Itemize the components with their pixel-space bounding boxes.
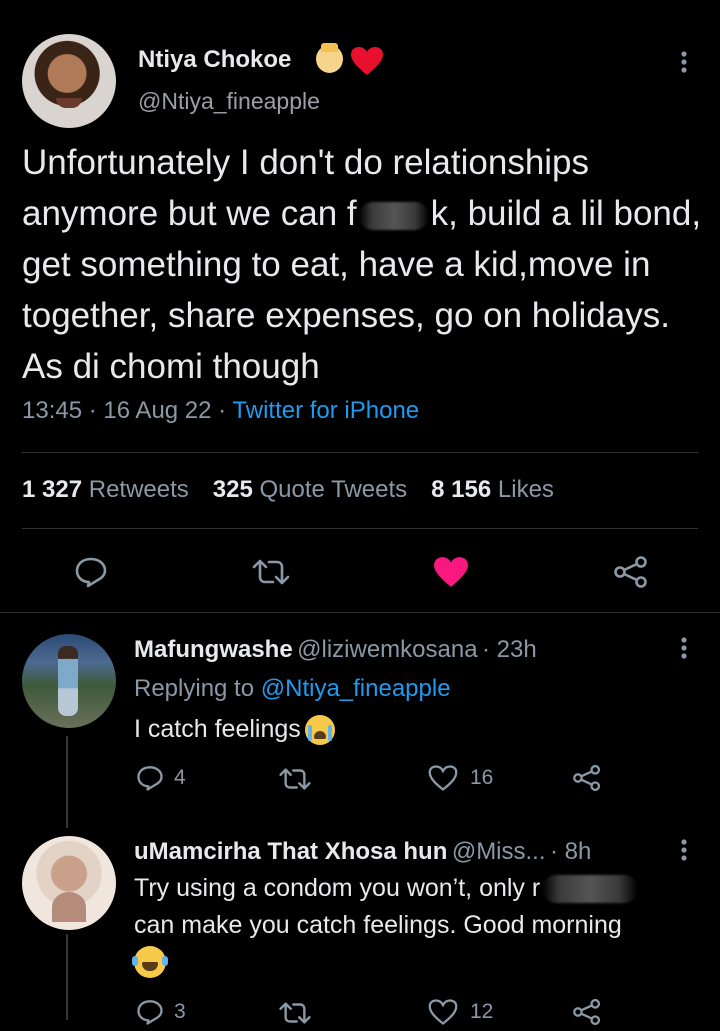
reply-handle[interactable]: @Miss... [452,838,546,865]
share-icon [614,556,647,588]
main-tweet: Ntiya Chokoe @Ntiya_fineapple Unfortunat… [0,0,720,613]
crying-emoji-icon [304,715,335,746]
like-count: 16 [470,766,494,789]
reply-count: 3 [174,1000,186,1023]
redaction-blur [542,875,639,904]
reply-header: Mafungwashe @liziwemkosana · 23h [134,636,537,664]
divider [22,528,698,529]
retweet-icon [279,1002,311,1024]
laughing-emoji-icon [132,946,166,978]
reply-display-name[interactable]: Mafungwashe [134,636,293,663]
like-count: 12 [470,1000,494,1023]
retweet-icon [279,768,311,790]
reply-time[interactable]: · 8h [550,838,591,865]
retweets-stat[interactable]: 1 327 Retweets [22,476,189,503]
tweet-text: Unfortunately I don't do relationships a… [22,143,702,386]
reply-avatar[interactable] [22,634,116,728]
like-heart-icon [434,557,468,587]
thread-line [66,736,68,828]
reply-handle[interactable]: @liziwemkosana [297,636,477,663]
quote-tweets-stat[interactable]: 325 Quote Tweets [213,476,407,503]
reply-avatar[interactable] [22,836,116,930]
tweet-date[interactable]: 16 Aug 22 [103,397,211,424]
reply-button[interactable]: 4 [136,764,186,792]
princess-emoji-icon [316,43,343,73]
more-dots-icon[interactable] [670,48,698,76]
redaction-blur [358,201,429,230]
retweet-icon [252,559,290,585]
reply-text: Try using a condom you won’t, only r can… [132,870,704,989]
retweet-button[interactable] [278,766,312,797]
like-heart-icon [428,765,458,791]
reply-header: uMamcirha That Xhosa hun @Miss... · 8h [134,838,591,866]
reply-text: I catch feelings [134,711,335,748]
author-handle[interactable]: @Ntiya_fineapple [138,88,320,115]
like-button[interactable]: 16 [428,764,493,792]
divider [22,452,698,453]
tweet-time[interactable]: 13:45 [22,397,82,424]
reply-bubble-icon [137,1000,163,1025]
share-button[interactable] [572,998,602,1031]
reply-bubble-icon [75,557,107,588]
reply-bubble-icon [137,766,163,791]
retweet-button[interactable] [278,1000,312,1031]
like-button[interactable]: 12 [428,998,493,1026]
like-heart-icon [428,999,458,1025]
reply-button[interactable]: 3 [136,998,186,1026]
like-button[interactable] [430,553,472,591]
share-icon [573,998,601,1026]
more-dots-icon[interactable] [670,836,698,864]
red-heart-icon [351,47,383,75]
more-dots-icon[interactable] [670,634,698,662]
tweet-source-link[interactable]: Twitter for iPhone [232,397,419,424]
share-button[interactable] [572,764,602,797]
tweet-stats: 1 327 Retweets 325 Quote Tweets 8 156 Like… [22,476,554,504]
reply-button[interactable] [70,553,112,591]
tweet-meta: 13:45 · 16 Aug 22 · Twitter for iPhone [22,397,420,424]
reply-time[interactable]: · 23h [482,636,537,663]
author-display-name[interactable]: Ntiya Chokoe [138,46,291,74]
divider [0,612,720,613]
thread-line [66,934,68,1020]
reply-display-name[interactable]: uMamcirha That Xhosa hun [134,838,447,865]
share-icon [573,764,601,792]
replying-to-handle[interactable]: @Ntiya_fineapple [261,675,451,702]
likes-stat[interactable]: 8 156 Likes [431,476,554,503]
replying-to: Replying to @Ntiya_fineapple [134,675,451,702]
share-button[interactable] [610,553,652,591]
retweet-button[interactable] [248,553,294,591]
author-avatar[interactable] [22,34,116,128]
reply-count: 4 [174,766,186,789]
